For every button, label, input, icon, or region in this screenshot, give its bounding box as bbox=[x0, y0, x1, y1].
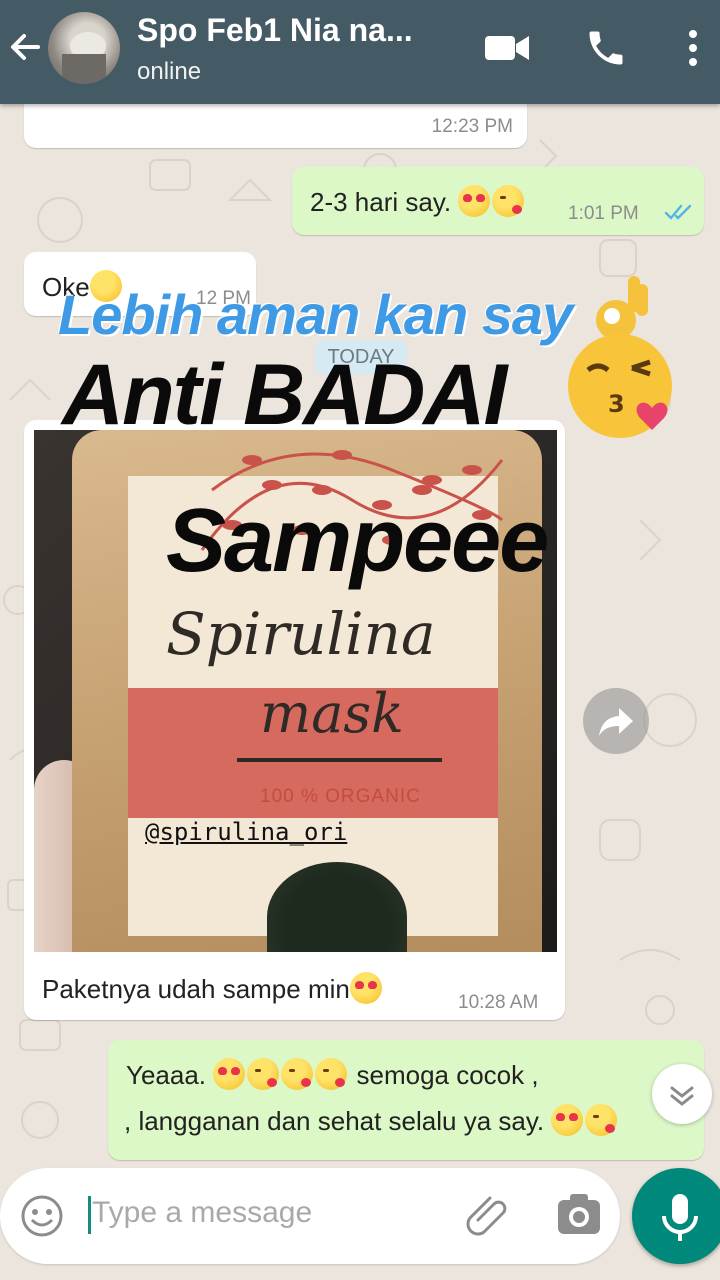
message-time: 12:23 PM bbox=[431, 116, 513, 137]
heart-eyes-emoji-icon bbox=[213, 1058, 246, 1090]
message-bubble-outgoing[interactable]: Yeaaa. semoga cocok , , langganan dan se… bbox=[108, 1040, 704, 1160]
message-time: 10:28 AM bbox=[458, 992, 539, 1013]
overlay-text-line2: Anti BADAI bbox=[62, 347, 507, 443]
contact-avatar[interactable] bbox=[48, 12, 120, 84]
svg-text:3: 3 bbox=[608, 390, 625, 418]
message-line-2-text: , langganan dan sehat selalu ya say. bbox=[124, 1106, 545, 1136]
message-input[interactable]: Type a message bbox=[92, 1196, 312, 1230]
overlay-text-line1: Lebih aman kan say bbox=[58, 283, 573, 346]
heart-eyes-emoji-icon bbox=[349, 972, 382, 1004]
attach-icon[interactable] bbox=[462, 1190, 510, 1238]
heart-eyes-emoji-icon bbox=[458, 185, 491, 217]
voice-record-button[interactable] bbox=[632, 1168, 720, 1264]
more-vert-icon[interactable] bbox=[686, 28, 700, 68]
text-caret bbox=[88, 1196, 91, 1234]
chat-header: Spo Feb1 Nia na... online bbox=[0, 0, 720, 104]
message-line-1-end: semoga cocok , bbox=[356, 1060, 539, 1090]
message-text: 2-3 hari say. bbox=[310, 185, 526, 218]
heart-eyes-emoji-icon bbox=[551, 1104, 584, 1136]
message-line-1-start: Yeaaa. bbox=[126, 1060, 207, 1090]
product-name-line1: Spirulina bbox=[166, 600, 436, 668]
message-line-1: Yeaaa. semoga cocok , bbox=[126, 1058, 539, 1091]
kiss-emoji-icon bbox=[315, 1058, 348, 1090]
kiss-emoji-icon bbox=[247, 1058, 280, 1090]
forward-icon bbox=[599, 708, 633, 736]
phone-icon[interactable] bbox=[584, 26, 628, 70]
overlay-handle: @spirulina_ori bbox=[145, 818, 348, 846]
double-chevron-down-icon bbox=[670, 1086, 694, 1106]
image-caption-text: Paketnya udah sampe min bbox=[42, 974, 350, 1004]
video-call-icon[interactable] bbox=[484, 32, 530, 64]
product-name-line2: mask bbox=[260, 682, 404, 745]
image-caption: Paketnya udah sampe min bbox=[42, 972, 384, 1005]
contact-status: online bbox=[137, 58, 202, 85]
kiss-emoji-icon bbox=[281, 1058, 314, 1090]
contact-name[interactable]: Spo Feb1 Nia na... bbox=[137, 12, 413, 49]
organic-label: 100 % ORGANIC bbox=[260, 786, 421, 807]
scroll-to-bottom-button[interactable] bbox=[652, 1064, 712, 1124]
bag-divider bbox=[237, 758, 442, 762]
overlay-text-line3: Sampeee bbox=[166, 491, 549, 591]
microphone-icon bbox=[662, 1194, 698, 1241]
message-text-body: 2-3 hari say. bbox=[310, 187, 452, 217]
emoji-icon[interactable] bbox=[20, 1194, 64, 1238]
message-bubble-outgoing[interactable]: 2-3 hari say. 1:01 PM bbox=[292, 167, 704, 235]
kiss-emoji-icon bbox=[585, 1104, 618, 1136]
message-line-2: , langganan dan sehat selalu ya say. bbox=[124, 1104, 619, 1137]
kissing-face-emoji-icon: 3 bbox=[568, 334, 672, 438]
back-arrow-icon[interactable] bbox=[6, 28, 44, 66]
read-ticks-icon bbox=[664, 204, 692, 220]
forward-button[interactable] bbox=[583, 688, 649, 754]
camera-icon[interactable] bbox=[556, 1192, 602, 1236]
message-time: 1:01 PM bbox=[568, 203, 639, 224]
kiss-emoji-icon bbox=[492, 185, 525, 217]
